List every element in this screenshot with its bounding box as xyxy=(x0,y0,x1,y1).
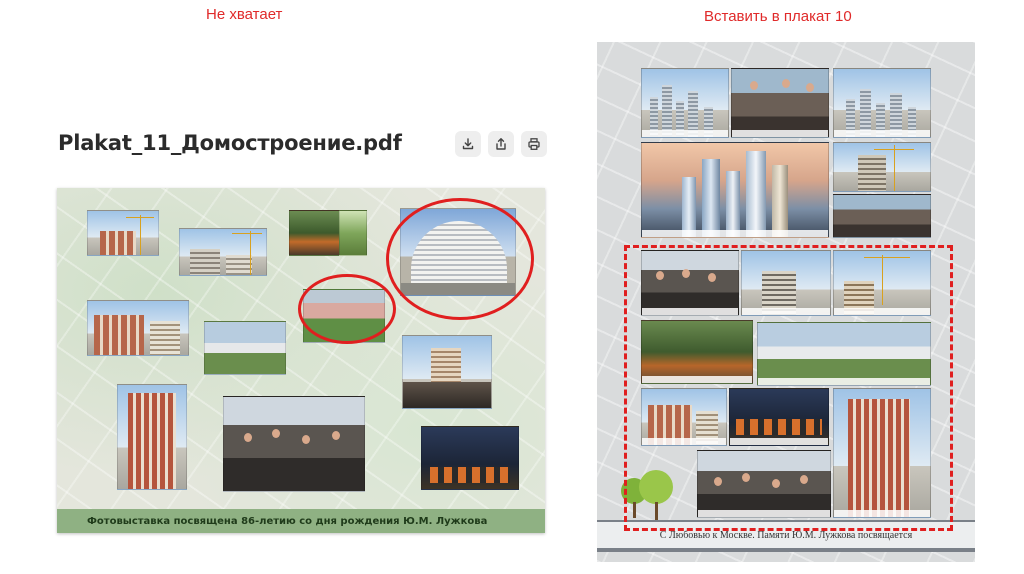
share-button[interactable] xyxy=(488,131,514,157)
poster-photo-trees xyxy=(339,210,367,256)
print-button[interactable] xyxy=(521,131,547,157)
document-title: Plakat_11_Домостроение.pdf xyxy=(58,131,402,155)
annotation-ellipse-curved-building xyxy=(386,198,534,320)
poster10-photo-construction-1 xyxy=(833,142,931,192)
poster-photo-meeting xyxy=(223,396,365,492)
poster10-footer-bar xyxy=(597,548,975,552)
download-icon xyxy=(462,138,474,150)
poster-photo-high-rise xyxy=(117,384,187,490)
download-button[interactable] xyxy=(455,131,481,157)
poster-photo-visit xyxy=(402,335,492,409)
poster10-photo-moscow-city xyxy=(641,142,829,238)
poster10-photo-officials xyxy=(731,68,829,138)
poster-footer-caption: Фотовыставка посвящена 86-летию со дня р… xyxy=(57,509,545,533)
poster-photo-residential-block xyxy=(87,300,189,356)
poster10-photo-workers xyxy=(833,194,931,238)
document-toolbar xyxy=(455,131,547,157)
caption-missing: Не хватает xyxy=(206,6,283,23)
poster10-photo-city-towers xyxy=(641,68,729,138)
annotation-ellipse-courtyard xyxy=(298,274,396,344)
poster-photo-ceremony xyxy=(289,210,341,256)
poster-photo-celebration xyxy=(421,426,519,490)
caption-insert-poster-10: Вставить в плакат 10 xyxy=(704,8,852,25)
annotation-dashed-frame xyxy=(624,245,953,531)
share-icon xyxy=(496,138,506,150)
poster-photo-building-site xyxy=(179,228,267,276)
print-icon xyxy=(528,138,540,150)
poster10-photo-skyline xyxy=(833,68,931,138)
poster-photo-construction xyxy=(87,210,159,256)
poster-photo-district-panorama xyxy=(204,321,286,375)
